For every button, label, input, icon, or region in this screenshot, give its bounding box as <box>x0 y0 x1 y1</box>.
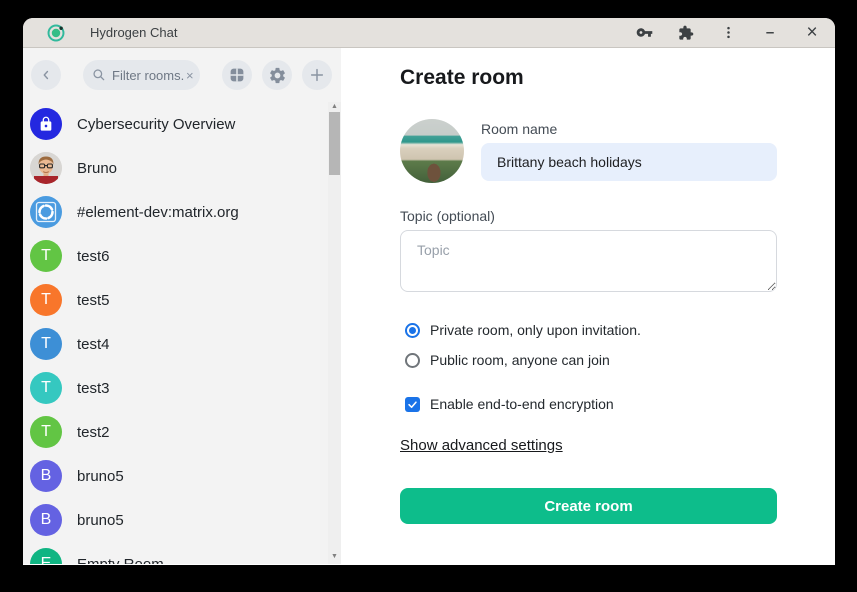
room-name-column: Room name <box>481 119 777 183</box>
letter-avatar: B <box>30 460 62 492</box>
room-list-item[interactable]: E Empty Room <box>23 542 328 564</box>
titlebar: Hydrogen Chat – × <box>23 18 835 48</box>
page-title: Create room <box>400 65 777 91</box>
window-title: Hydrogen Chat <box>90 25 177 40</box>
room-list-item[interactable]: Bbruno5 <box>23 498 328 542</box>
check-icon <box>407 399 418 410</box>
room-name-input[interactable] <box>481 143 777 181</box>
room-name: test3 <box>77 380 110 397</box>
grid-icon <box>228 66 246 84</box>
topic-label: Topic (optional) <box>400 208 777 224</box>
filter-rooms-field[interactable]: × <box>83 60 200 90</box>
create-room-panel: Create room Room name Topic (optional) P… <box>341 48 835 564</box>
letter-avatar: B <box>30 504 62 536</box>
extensions-puzzle-icon[interactable] <box>677 24 695 42</box>
room-list-item[interactable]: Ttest6 <box>23 234 328 278</box>
scrollbar-thumb[interactable] <box>329 112 340 175</box>
scroll-up-icon[interactable]: ▲ <box>328 102 341 112</box>
chevron-left-icon <box>39 68 53 82</box>
radio-label: Public room, anyone can join <box>430 352 610 368</box>
room-list-item[interactable]: Ttest2 <box>23 410 328 454</box>
room-list: Cybersecurity Overview Bruno #element-de… <box>23 102 328 564</box>
room-name: Cybersecurity Overview <box>77 116 235 133</box>
encryption-option[interactable]: Enable end-to-end encryption <box>400 389 777 419</box>
sidebar: × Cybersecurity Overview <box>23 48 341 564</box>
letter-avatar: T <box>30 328 62 360</box>
room-list-item[interactable]: Bbruno5 <box>23 454 328 498</box>
encryption-checkbox[interactable] <box>405 397 420 412</box>
room-name: test6 <box>77 248 110 265</box>
room-name-label: Room name <box>481 121 777 137</box>
room-name: Bruno <box>77 160 117 177</box>
room-list-item[interactable]: Ttest5 <box>23 278 328 322</box>
room-list-item[interactable]: Ttest3 <box>23 366 328 410</box>
topic-textarea[interactable] <box>400 230 777 292</box>
element-logo-avatar <box>30 196 62 228</box>
room-list-item[interactable]: Cybersecurity Overview <box>23 102 328 146</box>
room-list-item[interactable]: Bruno <box>23 146 328 190</box>
back-button[interactable] <box>31 60 61 90</box>
privacy-options: Private room, only upon invitation. Publ… <box>400 315 777 375</box>
room-name-row: Room name <box>400 119 777 183</box>
lock-avatar-icon <box>30 108 62 140</box>
key-icon[interactable] <box>635 24 653 42</box>
app-window: Hydrogen Chat – × <box>23 18 835 565</box>
letter-avatar: T <box>30 372 62 404</box>
radio-button[interactable] <box>405 323 420 338</box>
app-body: × Cybersecurity Overview <box>23 48 835 564</box>
letter-avatar: T <box>30 240 62 272</box>
filter-rooms-input[interactable] <box>112 68 186 83</box>
room-avatar-photo[interactable] <box>400 119 464 183</box>
clear-filter-icon[interactable]: × <box>186 68 194 83</box>
room-name: test5 <box>77 292 110 309</box>
kebab-menu-icon[interactable] <box>719 24 737 42</box>
gear-icon <box>268 66 287 85</box>
close-button[interactable]: × <box>803 24 821 42</box>
private-room-option[interactable]: Private room, only upon invitation. <box>400 315 777 345</box>
titlebar-actions: – × <box>635 24 821 42</box>
letter-avatar: T <box>30 416 62 448</box>
radio-button[interactable] <box>405 353 420 368</box>
room-name: bruno5 <box>77 468 124 485</box>
add-room-button[interactable] <box>302 60 332 90</box>
room-name: test2 <box>77 424 110 441</box>
minimize-button[interactable]: – <box>761 24 779 42</box>
room-list-item[interactable]: #element-dev:matrix.org <box>23 190 328 234</box>
letter-avatar: E <box>30 548 62 564</box>
room-list-scrollbar[interactable]: ▲ ▼ <box>328 102 341 564</box>
plus-icon <box>309 67 325 83</box>
room-name: #element-dev:matrix.org <box>77 204 239 221</box>
room-name: Empty Room <box>77 556 164 565</box>
show-advanced-settings-link[interactable]: Show advanced settings <box>400 437 563 454</box>
room-name: bruno5 <box>77 512 124 529</box>
grid-view-button[interactable] <box>222 60 252 90</box>
room-list-item[interactable]: Ttest4 <box>23 322 328 366</box>
create-room-button[interactable]: Create room <box>400 488 777 524</box>
letter-avatar: T <box>30 284 62 316</box>
sidebar-header: × <box>23 48 341 102</box>
scroll-down-icon[interactable]: ▼ <box>328 552 341 562</box>
person-photo-avatar <box>30 152 62 184</box>
room-name: test4 <box>77 336 110 353</box>
settings-button[interactable] <box>262 60 292 90</box>
encryption-label: Enable end-to-end encryption <box>430 396 614 412</box>
radio-label: Private room, only upon invitation. <box>430 322 641 338</box>
hydrogen-logo-icon <box>47 24 65 42</box>
public-room-option[interactable]: Public room, anyone can join <box>400 345 777 375</box>
search-icon <box>92 68 106 82</box>
